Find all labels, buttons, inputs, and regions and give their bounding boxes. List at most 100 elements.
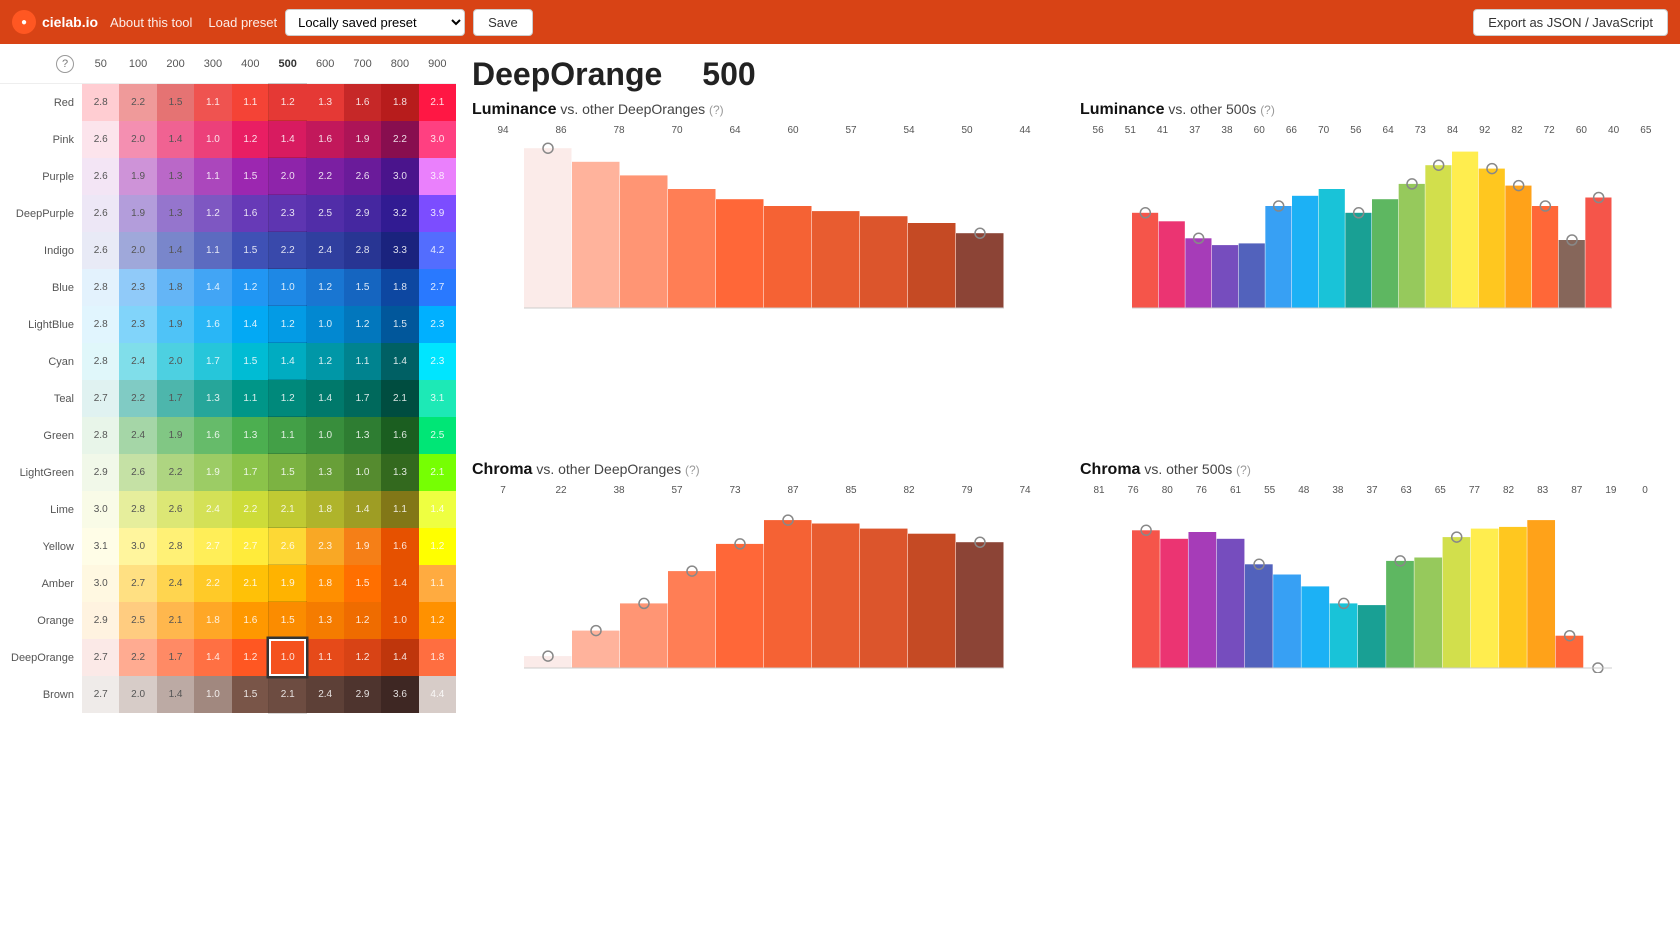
color-cell-red-5[interactable]: 1.1 (232, 84, 269, 121)
color-cell-deeporange-8[interactable]: 1.2 (344, 639, 381, 676)
color-cell-lime-10[interactable]: 1.4 (419, 491, 456, 528)
color-cell-deeppurple-6[interactable]: 2.3 (269, 195, 306, 232)
color-cell-lightblue-6[interactable]: 1.2 (269, 306, 306, 343)
color-cell-purple-7[interactable]: 2.2 (306, 158, 343, 195)
color-cell-deeppurple-2[interactable]: 1.9 (119, 195, 156, 232)
color-cell-blue-5[interactable]: 1.2 (232, 269, 269, 306)
color-cell-amber-1[interactable]: 3.0 (82, 565, 119, 602)
color-cell-blue-4[interactable]: 1.4 (194, 269, 231, 306)
color-cell-red-8[interactable]: 1.6 (344, 84, 381, 121)
color-cell-blue-6[interactable]: 1.0 (269, 269, 306, 306)
color-cell-indigo-4[interactable]: 1.1 (194, 232, 231, 269)
color-cell-cyan-10[interactable]: 2.3 (419, 343, 456, 380)
color-cell-teal-6[interactable]: 1.2 (269, 380, 306, 417)
color-cell-amber-10[interactable]: 1.1 (419, 565, 456, 602)
color-cell-cyan-4[interactable]: 1.7 (194, 343, 231, 380)
color-cell-blue-9[interactable]: 1.8 (381, 269, 418, 306)
color-cell-lightblue-9[interactable]: 1.5 (381, 306, 418, 343)
color-cell-green-6[interactable]: 1.1 (269, 417, 306, 454)
color-cell-amber-6[interactable]: 1.9 (269, 565, 306, 602)
color-cell-lightgreen-7[interactable]: 1.3 (306, 454, 343, 491)
color-cell-cyan-8[interactable]: 1.1 (344, 343, 381, 380)
color-cell-teal-3[interactable]: 1.7 (157, 380, 194, 417)
color-cell-pink-4[interactable]: 1.0 (194, 121, 231, 158)
about-link[interactable]: About this tool (110, 15, 192, 30)
color-cell-amber-3[interactable]: 2.4 (157, 565, 194, 602)
color-cell-red-7[interactable]: 1.3 (306, 84, 343, 121)
color-cell-cyan-3[interactable]: 2.0 (157, 343, 194, 380)
color-cell-pink-8[interactable]: 1.9 (344, 121, 381, 158)
export-button[interactable]: Export as JSON / JavaScript (1473, 9, 1668, 36)
color-cell-pink-1[interactable]: 2.6 (82, 121, 119, 158)
color-cell-deeporange-6[interactable]: 1.0 (269, 639, 306, 676)
color-cell-brown-10[interactable]: 4.4 (419, 676, 456, 713)
color-cell-orange-2[interactable]: 2.5 (119, 602, 156, 639)
color-cell-deeppurple-10[interactable]: 3.9 (419, 195, 456, 232)
color-cell-blue-8[interactable]: 1.5 (344, 269, 381, 306)
color-cell-brown-6[interactable]: 2.1 (269, 676, 306, 713)
color-cell-orange-4[interactable]: 1.8 (194, 602, 231, 639)
color-cell-orange-3[interactable]: 2.1 (157, 602, 194, 639)
color-cell-red-10[interactable]: 2.1 (419, 84, 456, 121)
color-cell-pink-7[interactable]: 1.6 (306, 121, 343, 158)
color-cell-blue-10[interactable]: 2.7 (419, 269, 456, 306)
color-cell-deeporange-5[interactable]: 1.2 (232, 639, 269, 676)
color-cell-lightblue-4[interactable]: 1.6 (194, 306, 231, 343)
color-cell-indigo-2[interactable]: 2.0 (119, 232, 156, 269)
color-cell-yellow-9[interactable]: 1.6 (381, 528, 418, 565)
color-cell-lime-5[interactable]: 2.2 (232, 491, 269, 528)
color-cell-teal-7[interactable]: 1.4 (306, 380, 343, 417)
color-cell-deeppurple-5[interactable]: 1.6 (232, 195, 269, 232)
color-cell-lightgreen-5[interactable]: 1.7 (232, 454, 269, 491)
color-cell-lime-2[interactable]: 2.8 (119, 491, 156, 528)
color-cell-indigo-1[interactable]: 2.6 (82, 232, 119, 269)
color-cell-deeppurple-3[interactable]: 1.3 (157, 195, 194, 232)
color-cell-orange-9[interactable]: 1.0 (381, 602, 418, 639)
color-cell-amber-7[interactable]: 1.8 (306, 565, 343, 602)
load-preset-button[interactable]: Load preset (208, 15, 277, 30)
color-cell-cyan-5[interactable]: 1.5 (232, 343, 269, 380)
color-cell-cyan-9[interactable]: 1.4 (381, 343, 418, 380)
color-cell-red-3[interactable]: 1.5 (157, 84, 194, 121)
color-cell-deeporange-9[interactable]: 1.4 (381, 639, 418, 676)
color-cell-pink-5[interactable]: 1.2 (232, 121, 269, 158)
color-cell-lightblue-2[interactable]: 2.3 (119, 306, 156, 343)
color-cell-indigo-5[interactable]: 1.5 (232, 232, 269, 269)
color-cell-blue-7[interactable]: 1.2 (306, 269, 343, 306)
color-cell-lightgreen-8[interactable]: 1.0 (344, 454, 381, 491)
color-cell-purple-8[interactable]: 2.6 (344, 158, 381, 195)
color-cell-brown-8[interactable]: 2.9 (344, 676, 381, 713)
color-cell-purple-3[interactable]: 1.3 (157, 158, 194, 195)
color-cell-cyan-7[interactable]: 1.2 (306, 343, 343, 380)
color-cell-lightgreen-9[interactable]: 1.3 (381, 454, 418, 491)
color-cell-lightgreen-2[interactable]: 2.6 (119, 454, 156, 491)
color-cell-amber-5[interactable]: 2.1 (232, 565, 269, 602)
color-cell-lightgreen-3[interactable]: 2.2 (157, 454, 194, 491)
color-cell-teal-8[interactable]: 1.7 (344, 380, 381, 417)
color-cell-yellow-4[interactable]: 2.7 (194, 528, 231, 565)
color-cell-brown-1[interactable]: 2.7 (82, 676, 119, 713)
color-cell-deeporange-2[interactable]: 2.2 (119, 639, 156, 676)
color-cell-lightblue-7[interactable]: 1.0 (306, 306, 343, 343)
color-cell-orange-7[interactable]: 1.3 (306, 602, 343, 639)
color-cell-orange-8[interactable]: 1.2 (344, 602, 381, 639)
color-cell-pink-3[interactable]: 1.4 (157, 121, 194, 158)
color-cell-lightblue-10[interactable]: 2.3 (419, 306, 456, 343)
color-cell-teal-9[interactable]: 2.1 (381, 380, 418, 417)
color-cell-green-4[interactable]: 1.6 (194, 417, 231, 454)
color-cell-green-9[interactable]: 1.6 (381, 417, 418, 454)
color-cell-brown-3[interactable]: 1.4 (157, 676, 194, 713)
color-cell-orange-1[interactable]: 2.9 (82, 602, 119, 639)
color-cell-purple-2[interactable]: 1.9 (119, 158, 156, 195)
color-cell-pink-9[interactable]: 2.2 (381, 121, 418, 158)
color-cell-lime-8[interactable]: 1.4 (344, 491, 381, 528)
color-cell-brown-5[interactable]: 1.5 (232, 676, 269, 713)
color-cell-amber-4[interactable]: 2.2 (194, 565, 231, 602)
color-cell-orange-6[interactable]: 1.5 (269, 602, 306, 639)
color-cell-amber-9[interactable]: 1.4 (381, 565, 418, 602)
color-cell-cyan-2[interactable]: 2.4 (119, 343, 156, 380)
color-cell-teal-1[interactable]: 2.7 (82, 380, 119, 417)
color-cell-lightblue-1[interactable]: 2.8 (82, 306, 119, 343)
color-cell-brown-9[interactable]: 3.6 (381, 676, 418, 713)
color-cell-red-4[interactable]: 1.1 (194, 84, 231, 121)
